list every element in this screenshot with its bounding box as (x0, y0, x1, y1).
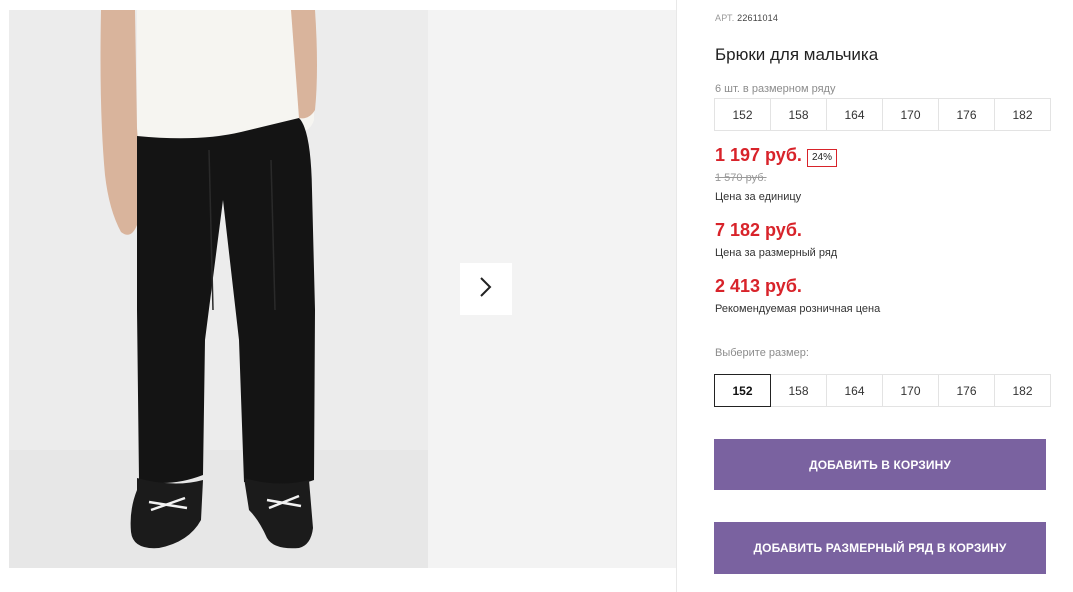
pack-size-cell: 170 (882, 98, 939, 131)
size-option[interactable]: 182 (994, 374, 1051, 407)
pack-size-cell: 152 (714, 98, 771, 131)
size-option-selected[interactable]: 152 (714, 374, 771, 407)
pack-info: 6 шт. в размерном ряду (715, 83, 836, 95)
pack-price-label: Цена за размерный ряд (715, 247, 838, 259)
pack-size-list: 152 158 164 170 176 182 (714, 98, 1051, 131)
size-selector: 152 158 164 170 176 182 (714, 374, 1051, 407)
product-photo-illustration (9, 10, 428, 568)
size-option[interactable]: 170 (882, 374, 939, 407)
size-option[interactable]: 158 (770, 374, 827, 407)
unit-price-label: Цена за единицу (715, 191, 802, 203)
pack-size-cell: 176 (938, 98, 995, 131)
discount-badge: 24% (807, 149, 838, 167)
product-info: АРТ. 22611014 Брюки для мальчика 6 шт. в… (714, 0, 1060, 592)
pack-size-cell: 182 (994, 98, 1051, 131)
pack-size-cell: 164 (826, 98, 883, 131)
product-gallery (0, 0, 676, 592)
pack-price: 7 182 руб. (715, 220, 802, 240)
size-option[interactable]: 164 (826, 374, 883, 407)
article-value: 22611014 (737, 13, 779, 23)
article-label: АРТ. (715, 13, 735, 23)
chevron-right-icon (479, 276, 493, 303)
product-photo[interactable] (9, 10, 428, 568)
old-price: 1 570 руб. (715, 172, 767, 184)
unit-price: 1 197 руб. (715, 145, 802, 165)
add-pack-to-cart-button[interactable]: ДОБАВИТЬ РАЗМЕРНЫЙ РЯД В КОРЗИНУ (714, 522, 1046, 574)
pack-size-cell: 158 (770, 98, 827, 131)
retail-price-label: Рекомендуемая розничная цена (715, 303, 881, 315)
size-option[interactable]: 176 (938, 374, 995, 407)
next-photo-button[interactable] (460, 263, 512, 315)
product-title: Брюки для мальчика (715, 45, 879, 64)
panel-divider (676, 0, 677, 592)
article-number: АРТ. 22611014 (715, 13, 778, 23)
retail-price: 2 413 руб. (715, 276, 802, 296)
choose-size-label: Выберите размер: (715, 347, 809, 359)
add-to-cart-button[interactable]: ДОБАВИТЬ В КОРЗИНУ (714, 439, 1046, 490)
